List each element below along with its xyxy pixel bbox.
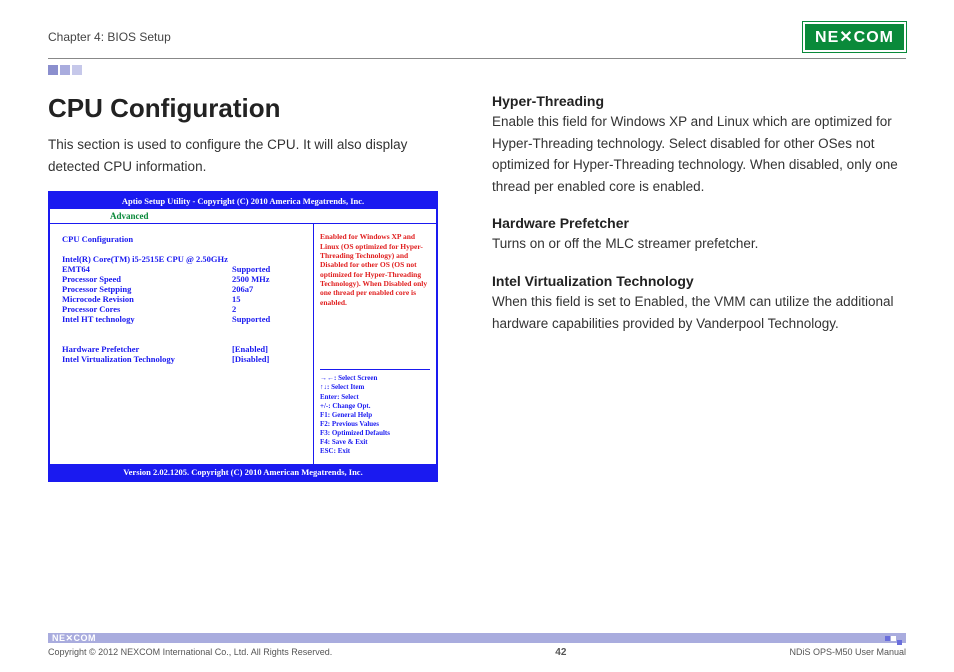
bios-option-row[interactable]: Hardware Prefetcher[Enabled] [62,344,305,354]
section-body: Turns on or off the MLC streamer prefetc… [492,233,906,255]
bios-option-value: [Enabled] [232,334,268,344]
page-footer: NE✕COM Copyright © 2012 NEXCOM Internati… [48,633,906,658]
section-heading: Hyper-Threading [492,93,906,109]
bios-screenshot: Aptio Setup Utility - Copyright (C) 2010… [48,191,438,482]
brand-logo: NE✕COM [803,22,906,52]
bios-help-text: Enabled for Windows XP and Linux (OS opt… [320,232,430,307]
bios-label: Processor Speed [62,274,232,284]
bios-side-panel: Enabled for Windows XP and Linux (OS opt… [314,224,436,464]
bios-tab-advanced[interactable]: Advanced [110,211,149,221]
bios-option-row[interactable]: Hyper-threading[Enabled] [62,334,305,344]
bios-info-row: Microcode Revision15 [62,294,305,304]
footer-bar: NE✕COM [48,633,906,643]
bios-key: →←: Select Screen [320,374,430,383]
bios-key: F1: General Help [320,411,430,420]
chapter-label: Chapter 4: BIOS Setup [48,30,171,44]
bios-info-row: Processor Setpping206a7 [62,284,305,294]
page-header: Chapter 4: BIOS Setup NE✕COM [48,22,906,59]
bios-key-legend: →←: Select Screen ↑↓: Select Item Enter:… [320,369,430,456]
bios-footer: Version 2.02.1205. Copyright (C) 2010 Am… [50,464,436,480]
bios-label: Microcode Revision [62,294,232,304]
bios-value: 2 [232,304,236,314]
section-body: When this field is set to Enabled, the V… [492,291,906,334]
bios-info-row: Processor Speed2500 MHz [62,274,305,284]
bios-key: F2: Previous Values [320,420,430,429]
page-title: CPU Configuration [48,93,458,124]
bios-section-title: CPU Configuration [62,234,305,244]
footer-logo: NE✕COM [52,633,96,644]
bios-value: 206a7 [232,284,253,294]
intro-text: This section is used to configure the CP… [48,134,458,177]
bios-info-row: Processor Cores2 [62,304,305,314]
bios-key: ESC: Exit [320,447,430,456]
bios-tab-row: Advanced [50,209,436,224]
bios-option-row[interactable]: Intel Virtualization Technology[Disabled… [62,354,305,364]
section-body: Enable this field for Windows XP and Lin… [492,111,906,197]
bios-option-label: Hyper-threading [62,334,232,344]
right-column: Hyper-Threading Enable this field for Wi… [492,93,906,482]
bios-label: Processor Setpping [62,284,232,294]
bios-label: Intel HT technology [62,314,232,324]
bios-value: Supported [232,264,270,274]
manual-name: NDiS OPS-M50 User Manual [789,647,906,658]
bios-option-value: [Enabled] [232,344,268,354]
section-heading: Hardware Prefetcher [492,215,906,231]
bios-key: F3: Optimized Defaults [320,429,430,438]
bios-option-label: Intel Virtualization Technology [62,354,232,364]
section-heading: Intel Virtualization Technology [492,273,906,289]
bios-option-value: [Disabled] [232,354,269,364]
bios-info-row: EMT64Supported [62,264,305,274]
copyright-text: Copyright © 2012 NEXCOM International Co… [48,647,332,658]
decorative-squares [48,65,906,75]
bios-main-panel: CPU Configuration Intel(R) Core(TM) i5-2… [50,224,314,464]
bios-body: CPU Configuration Intel(R) Core(TM) i5-2… [50,224,436,464]
bios-info-row: Intel HT technologySupported [62,314,305,324]
bios-cpu-name: Intel(R) Core(TM) i5-2515E CPU @ 2.50GHz [62,254,305,264]
footer-decoration-icon [885,636,902,641]
bios-key: F4: Save & Exit [320,438,430,447]
left-column: CPU Configuration This section is used t… [48,93,458,482]
bios-option-label: Hardware Prefetcher [62,344,232,354]
bios-label: Processor Cores [62,304,232,314]
bios-key: ↑↓: Select Item [320,383,430,392]
bios-key: Enter: Select [320,393,430,402]
bios-value: 2500 MHz [232,274,270,284]
bios-titlebar: Aptio Setup Utility - Copyright (C) 2010… [50,193,436,209]
bios-key: +/-: Change Opt. [320,402,430,411]
content-columns: CPU Configuration This section is used t… [48,93,906,482]
bios-label: EMT64 [62,264,232,274]
bios-value: Supported [232,314,270,324]
footer-line: Copyright © 2012 NEXCOM International Co… [48,647,906,658]
page-number: 42 [555,647,566,658]
bios-value: 15 [232,294,241,304]
